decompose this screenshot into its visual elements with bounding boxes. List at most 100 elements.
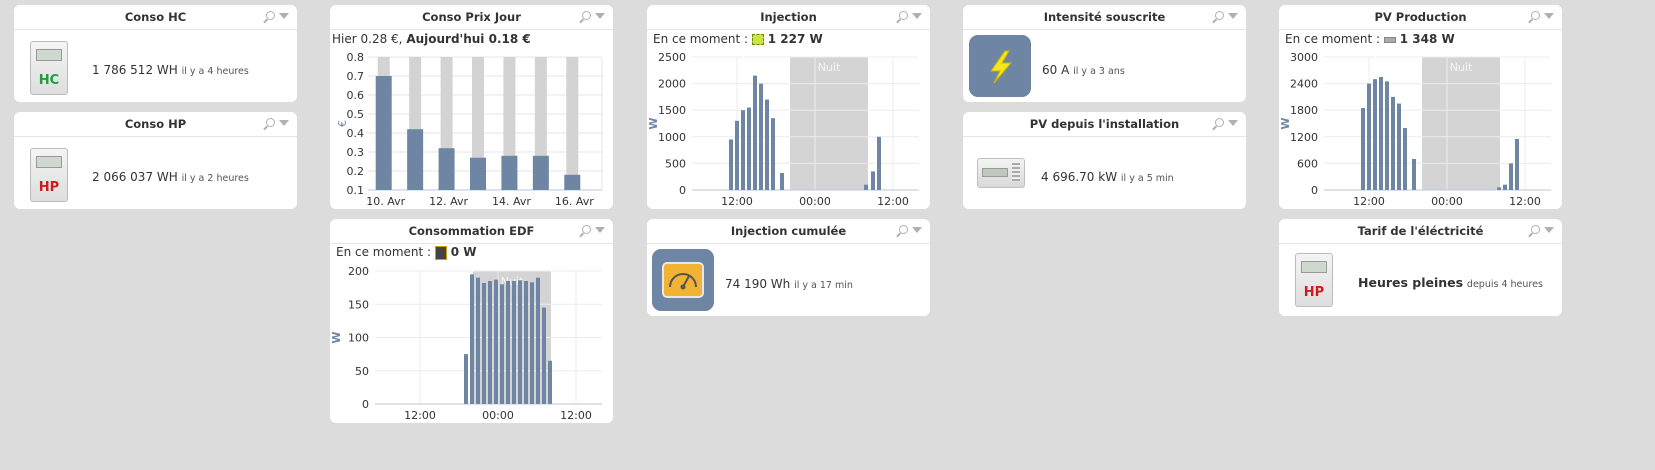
chevron-down-icon[interactable] (912, 227, 922, 233)
chevron-down-icon[interactable] (1228, 13, 1238, 19)
y-tick-label: 0.4 (347, 127, 365, 140)
y-tick-label: 2000 (658, 78, 686, 91)
bar (1361, 107, 1365, 190)
moment-value: 0 W (450, 245, 477, 259)
value-text: 2 066 037 WH (92, 170, 178, 184)
x-tick-label: 12:00 (877, 195, 909, 208)
y-tick-label: 0.3 (347, 146, 365, 159)
search-icon[interactable] (582, 225, 591, 234)
night-band-label: Nuit (818, 61, 841, 74)
night-band-label: Nuit (1450, 61, 1473, 74)
pv-production-chart: Nuit 3000 2400 1800 1200 600 0 12:00 00:00 12:00 W (1279, 51, 1551, 208)
widget-header: PV Production (1279, 5, 1562, 30)
chevron-down-icon[interactable] (595, 227, 605, 233)
since-text: il y a 5 min (1120, 173, 1174, 184)
search-icon[interactable] (266, 118, 275, 127)
chevron-down-icon[interactable] (595, 13, 605, 19)
injection-chart: Nuit 2500 2000 1500 1000 500 0 12:00 00:00 12:00 W (647, 51, 919, 208)
night-band (1422, 57, 1500, 190)
intensite-value: 60 A il y a 3 ans (1042, 63, 1125, 77)
x-tick-label: 12:00 (721, 195, 753, 208)
search-icon[interactable] (899, 11, 908, 20)
bar (1373, 79, 1377, 190)
bar (864, 184, 868, 190)
y-axis-label: W (647, 117, 660, 129)
meter-badge: HP (1303, 285, 1325, 300)
x-tick-label: 12:00 (560, 409, 592, 422)
widget-header: Conso Prix Jour (330, 5, 613, 30)
since-text: il y a 2 heures (181, 173, 249, 184)
since-text: il y a 17 min (794, 280, 853, 291)
widget-title: PV Production (1374, 10, 1467, 24)
bar (564, 174, 581, 190)
bar (1412, 158, 1416, 190)
bar (1515, 139, 1519, 190)
search-icon[interactable] (582, 11, 591, 20)
y-tick-label: 600 (1297, 157, 1318, 170)
chevron-down-icon[interactable] (279, 13, 289, 19)
meter-badge: HC (38, 73, 60, 88)
widget-title: Intensité souscrite (1043, 10, 1166, 24)
moment-label: En ce moment : (336, 245, 432, 259)
x-tick-label: 12. Avr (429, 195, 468, 208)
price-summary: Hier 0.28 €, Aujourd'hui 0.18 € (332, 32, 531, 46)
y-axis-label: W (330, 331, 343, 343)
gauge-icon (652, 249, 714, 311)
y-tick-label: 0 (1311, 184, 1318, 197)
y-tick-label: 2500 (658, 51, 686, 64)
x-tick-label: 14. Avr (492, 195, 531, 208)
widget-title: Injection cumulée (730, 224, 847, 238)
bar (1497, 187, 1501, 190)
y-tick-label: 1500 (658, 104, 686, 117)
bar (747, 107, 751, 190)
value-text: 1 786 512 WH (92, 63, 178, 77)
chevron-down-icon[interactable] (1228, 120, 1238, 126)
moment-label: En ce moment : (1285, 32, 1381, 46)
chevron-down-icon[interactable] (912, 13, 922, 19)
bar (512, 280, 516, 404)
bar (542, 307, 546, 404)
bar (1385, 81, 1389, 190)
y-tick-label: 1200 (1290, 131, 1318, 144)
widget-header: Injection cumulée (647, 219, 930, 244)
bar (1503, 184, 1507, 190)
chevron-down-icon[interactable] (1544, 13, 1554, 19)
x-tick-label: 12:00 (404, 409, 436, 422)
today-label: Aujourd'hui 0.18 € (406, 32, 531, 46)
lightning-icon (969, 35, 1031, 97)
search-icon[interactable] (1215, 118, 1224, 127)
widget-conso-hp: Conso HP HP 2 066 037 WH il y a 2 heures (14, 112, 297, 209)
search-icon[interactable] (266, 11, 275, 20)
chevron-down-icon[interactable] (1544, 227, 1554, 233)
search-icon[interactable] (899, 225, 908, 234)
y-tick-label: 0 (362, 398, 369, 411)
value-text: 4 696.70 kW (1041, 170, 1118, 184)
search-icon[interactable] (1215, 11, 1224, 20)
widget-title: Conso Prix Jour (422, 10, 521, 24)
x-tick-label: 00:00 (799, 195, 831, 208)
bar (482, 282, 486, 404)
conso-prix-chart: 0.8 0.7 0.6 0.5 0.4 0.3 0.2 0.1 €10. Avr 12. Avr 1… (336, 51, 603, 208)
x-tick-label: 16. Avr (555, 195, 594, 208)
bar (470, 274, 474, 404)
widget-conso-hc: Conso HC HC 1 786 512 WH il y a 4 heures (14, 5, 297, 102)
since-text: il y a 3 ans (1073, 66, 1125, 77)
current-reading: En ce moment : 0 W (336, 245, 477, 260)
bar (494, 279, 498, 404)
widget-pv-installation: PV depuis l'installation 4 696.70 kW il … (963, 112, 1246, 209)
bar (500, 284, 504, 404)
search-icon[interactable] (1531, 225, 1540, 234)
consommation-edf-chart: Nuit20015010050012:0000:0012:00W (330, 265, 602, 422)
night-band (790, 57, 868, 190)
bar (476, 277, 480, 404)
y-tick-label: 3000 (1290, 51, 1318, 64)
search-icon[interactable] (1531, 11, 1540, 20)
widget-title: Consommation EDF (408, 224, 535, 238)
meter-hc-icon: HC (30, 41, 68, 95)
bar (729, 139, 733, 190)
moment-value: 1 348 W (1399, 32, 1455, 46)
chevron-down-icon[interactable] (279, 120, 289, 126)
widget-header: Intensité souscrite (963, 5, 1246, 30)
widget-injection: Injection En ce moment : 1 227 W Nuit 250… (647, 5, 930, 209)
y-tick-label: 0.6 (347, 89, 365, 102)
